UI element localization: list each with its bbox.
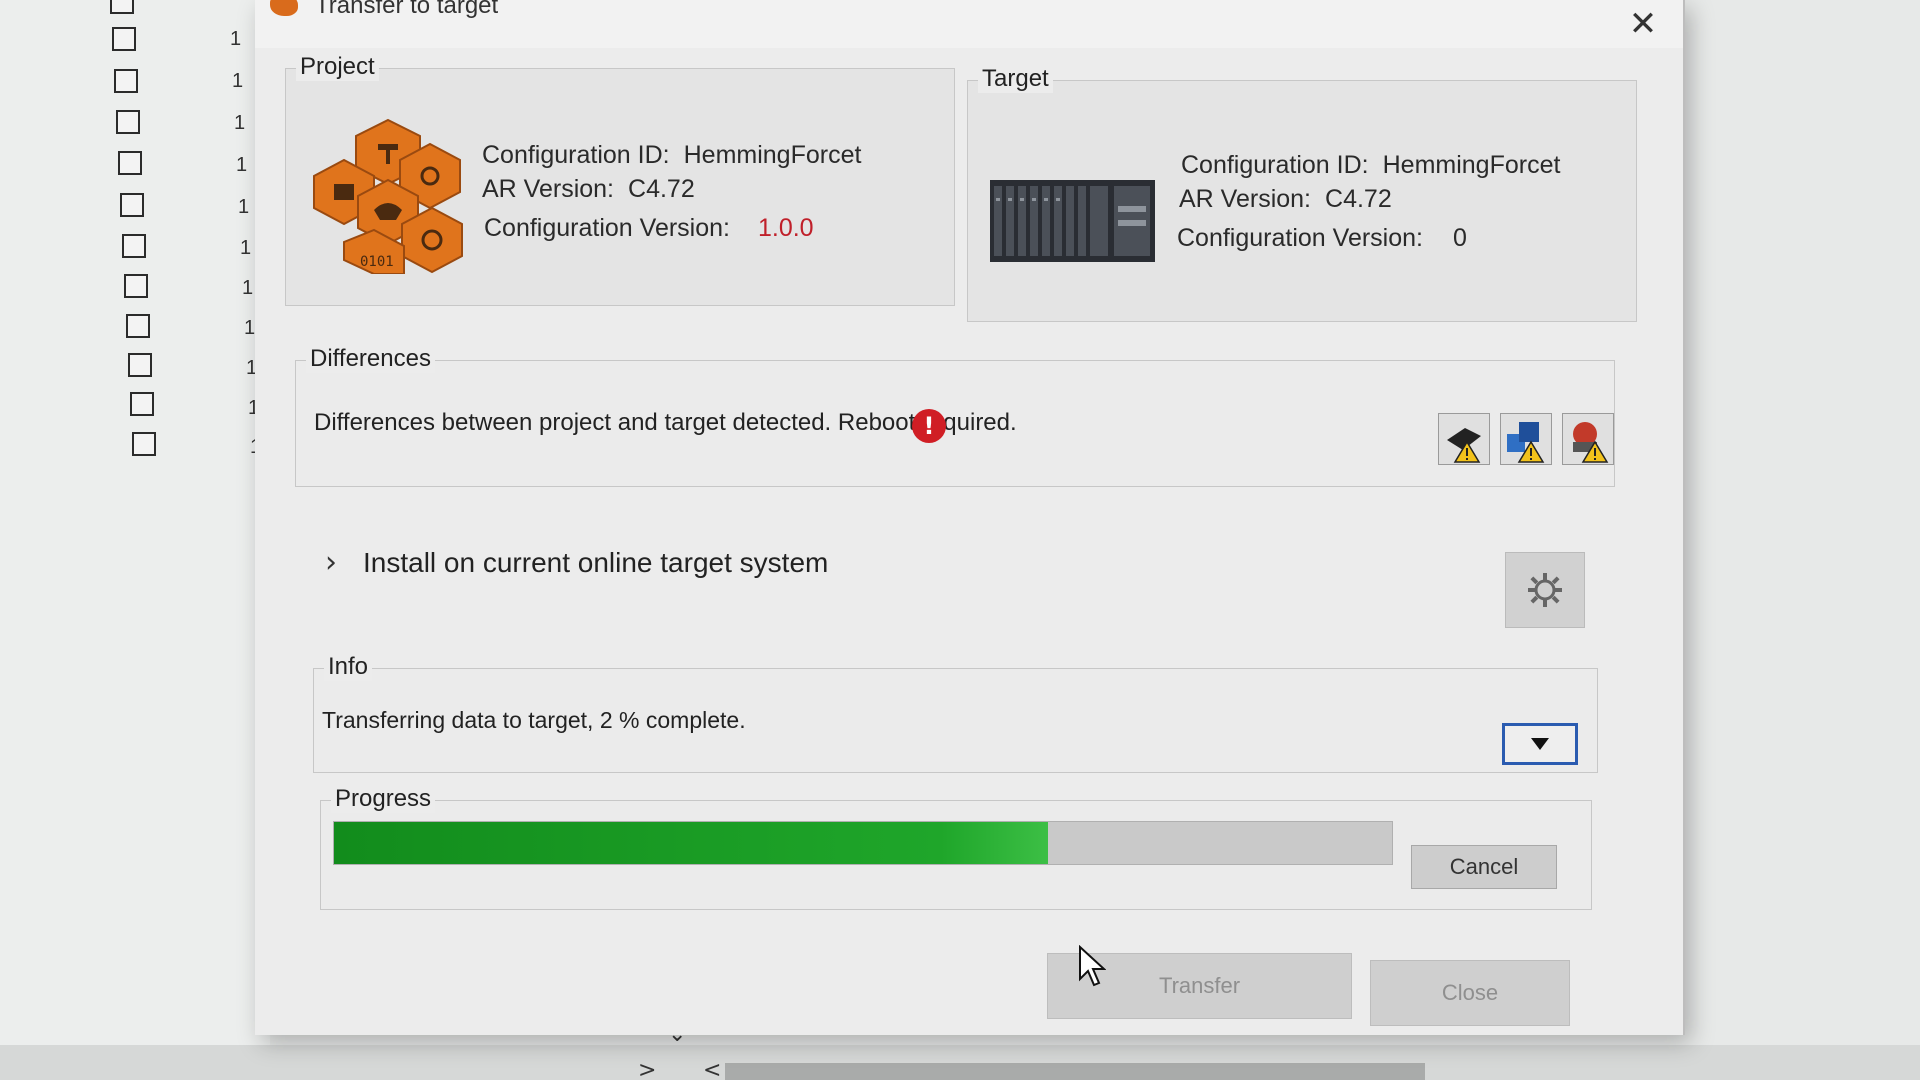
progress-group: Progress Cancel <box>320 785 1592 910</box>
differences-group-title: Differences <box>306 345 435 373</box>
row-number: 1 <box>240 237 252 259</box>
row-checkbox[interactable] <box>116 110 140 134</box>
config-id-label: Configuration ID: <box>482 141 670 169</box>
target-config-id-row: Configuration ID: HemmingForcet <box>1181 151 1560 180</box>
target-config-version-value: 0 <box>1452 224 1467 252</box>
project-config-id-value: HemmingForcet <box>683 141 862 169</box>
dialog-title: Transfer to target <box>315 0 499 19</box>
row-number: 1 <box>230 28 242 50</box>
install-label: Install on current online target system <box>363 547 829 578</box>
row-checkbox[interactable] <box>110 0 134 14</box>
dialog-titlebar[interactable]: Transfer to target ✕ <box>255 0 1683 48</box>
plc-hardware-icon <box>990 180 1155 262</box>
project-config-version-value: 1.0.0 <box>757 214 814 242</box>
install-expander[interactable]: › Install on current online target syste… <box>325 545 1225 585</box>
project-group: Project 0101 Configuration ID: HemmingFor… <box>285 53 955 306</box>
ar-version-label: AR Version: <box>482 175 615 203</box>
cancel-button[interactable]: Cancel <box>1411 845 1557 889</box>
progress-group-title: Progress <box>331 785 436 813</box>
target-ar-version-row: AR Version: C4.72 <box>1179 185 1392 214</box>
info-group: Info Transferring data to target, 2 % co… <box>313 653 1598 773</box>
row-number: 1 <box>242 277 254 299</box>
scroll-left-arrow-icon[interactable]: < <box>703 1058 721 1080</box>
software-warning-icon <box>1507 422 1545 463</box>
row-number: 1 <box>232 70 244 92</box>
progress-bar-fill <box>334 822 1049 864</box>
mouse-cursor-icon <box>1079 945 1106 987</box>
settings-button[interactable] <box>1505 552 1585 628</box>
row-checkbox[interactable] <box>124 274 148 298</box>
target-group-title: Target <box>978 65 1053 93</box>
background-app: 1 1 1 1 1 1 1 1 1 1 1 <box>0 0 270 1080</box>
project-group-title: Project <box>296 53 379 81</box>
target-ar-version-value: C4.72 <box>1325 185 1392 213</box>
software-warning-button[interactable] <box>1500 413 1552 465</box>
close-icon[interactable]: ✕ <box>1621 4 1665 44</box>
row-checkbox[interactable] <box>112 27 136 51</box>
row-checkbox[interactable] <box>128 353 152 377</box>
row-checkbox[interactable] <box>120 193 144 217</box>
target-group: Target Configuration ID: HemmingForcet A… <box>967 65 1637 322</box>
error-icon: ! <box>912 409 946 443</box>
differences-group: Differences Differences between project … <box>295 345 1615 487</box>
triangle-down-icon <box>1531 738 1549 750</box>
progress-bar <box>333 821 1393 865</box>
config-id-label: Configuration ID: <box>1181 151 1369 179</box>
row-number: 1 <box>236 154 248 176</box>
info-message: Transferring data to target, 2 % complet… <box>322 707 746 733</box>
target-config-id-value: HemmingForcet <box>1382 151 1561 179</box>
target-config-version-row: Configuration Version: 0 <box>1177 224 1467 253</box>
row-checkbox[interactable] <box>132 432 156 456</box>
project-ar-version-value: C4.72 <box>628 175 695 203</box>
transfer-dialog: Transfer to target ✕ Project 0101 Config… <box>255 0 1685 1035</box>
hardware-warning-icon <box>1447 428 1481 463</box>
horizontal-scrollbar[interactable] <box>725 1063 1425 1080</box>
config-version-label: Configuration Version: <box>484 214 730 242</box>
close-button[interactable]: Close <box>1370 960 1570 1026</box>
row-number: 1 <box>234 112 246 134</box>
info-expand-button[interactable] <box>1502 723 1578 765</box>
info-group-title: Info <box>324 653 373 681</box>
project-config-version-row: Configuration Version: 1.0.0 <box>484 214 814 243</box>
project-logo-icon: 0101 <box>313 118 463 274</box>
project-ar-version-row: AR Version: C4.72 <box>482 175 695 204</box>
svg-text:0101: 0101 <box>360 254 394 270</box>
hardware-warning-button[interactable] <box>1438 413 1490 465</box>
row-checkbox[interactable] <box>126 314 150 338</box>
app-logo-icon <box>270 0 298 16</box>
chevron-right-icon: › <box>325 545 337 580</box>
scroll-right-arrow-icon[interactable]: > <box>638 1058 656 1080</box>
row-checkbox[interactable] <box>114 69 138 93</box>
row-number: 1 <box>238 196 250 218</box>
config-version-label: Configuration Version: <box>1177 224 1423 252</box>
row-checkbox[interactable] <box>118 151 142 175</box>
config-warning-button[interactable] <box>1562 413 1614 465</box>
row-checkbox[interactable] <box>130 392 154 416</box>
ar-version-label: AR Version: <box>1179 185 1312 213</box>
project-config-id-row: Configuration ID: HemmingForcet <box>482 141 861 170</box>
gear-icon <box>1528 573 1562 607</box>
config-warning-icon <box>1573 422 1609 463</box>
row-checkbox[interactable] <box>122 234 146 258</box>
